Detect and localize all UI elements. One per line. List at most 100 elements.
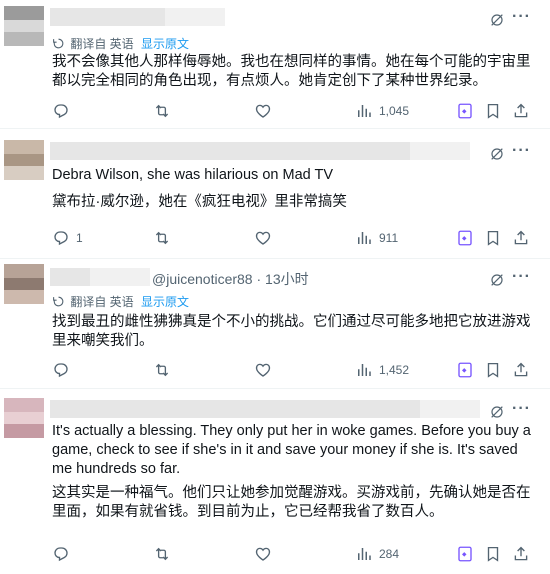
reply-button[interactable]: [52, 544, 70, 564]
like-icon: [254, 102, 272, 120]
like-button[interactable]: [254, 228, 272, 248]
reply-4[interactable]: ··· It's actually a blessing. They only …: [0, 388, 550, 574]
reply-3[interactable]: @juicenoticer88 · 13小时 ··· 翻译自 英语 显示原文 找…: [0, 258, 550, 389]
translation-note: 翻译自 英语 显示原文: [52, 35, 189, 52]
translate-icon: [52, 37, 65, 50]
grok-bookmark-button[interactable]: [456, 228, 474, 248]
retweet-button[interactable]: [153, 228, 171, 248]
grok-bookmark-icon: [456, 102, 474, 120]
bookmark-button[interactable]: [484, 360, 502, 380]
reply-icon: [52, 102, 70, 120]
grok-icon[interactable]: [489, 12, 505, 28]
retweet-icon: [153, 102, 171, 120]
translation-note: 翻译自 英语 显示原文: [52, 293, 189, 310]
action-bar: 1,452: [52, 360, 512, 380]
share-icon: [512, 545, 530, 563]
retweet-icon: [153, 545, 171, 563]
reply-count: 1: [76, 231, 83, 245]
avatar[interactable]: [4, 398, 44, 438]
reply-text: 找到最丑的雌性狒狒真是个不小的挑战。它们通过尽可能多地把它放进游戏里来嘲笑我们。: [52, 314, 531, 349]
views-icon: [355, 102, 373, 120]
share-button[interactable]: [512, 360, 530, 380]
grok-icon[interactable]: [489, 404, 505, 420]
like-icon: [254, 545, 272, 563]
display-name-blurred[interactable]: [50, 142, 470, 160]
share-button[interactable]: [512, 544, 530, 564]
views-count: 1,452: [379, 363, 410, 377]
translate-icon: [52, 295, 65, 308]
views-count: 1,045: [379, 104, 410, 118]
action-bar: 1 911: [52, 228, 512, 248]
grok-bookmark-icon: [456, 229, 474, 247]
show-original-link[interactable]: 显示原文: [141, 37, 189, 51]
grok-icon[interactable]: [489, 146, 505, 162]
views-button[interactable]: 911: [355, 228, 398, 248]
reply-translation: 这其实是一种福气。他们只让她参加觉醒游戏。买游戏前，先确认她是否在里面，如果有就…: [52, 485, 531, 520]
grok-bookmark-icon: [456, 361, 474, 379]
views-count: 911: [379, 231, 399, 245]
bookmark-button[interactable]: [484, 228, 502, 248]
grok-bookmark-button[interactable]: [456, 544, 474, 564]
reply-icon: [52, 361, 70, 379]
like-button[interactable]: [254, 360, 272, 380]
views-count: 284: [379, 547, 400, 561]
reply-text: It's actually a blessing. They only put …: [52, 423, 535, 477]
reply-text: 我不会像其他人那样侮辱她。我也在想同样的事情。她在每个可能的宇宙里都以完全相同的…: [52, 54, 531, 89]
more-icon[interactable]: ···: [512, 8, 531, 26]
display-name-blurred[interactable]: [50, 400, 480, 418]
show-original-link[interactable]: 显示原文: [141, 295, 189, 309]
reply-translation: 黛布拉·威尔逊，她在《疯狂电视》里非常搞笑: [52, 194, 347, 210]
display-name-blurred[interactable]: [50, 8, 225, 26]
action-bar: 1,045: [52, 101, 512, 121]
retweet-button[interactable]: [153, 360, 171, 380]
bookmark-button[interactable]: [484, 101, 502, 121]
handle-and-time[interactable]: @juicenoticer88 · 13小时: [152, 269, 309, 289]
views-icon: [355, 361, 373, 379]
bookmark-icon: [484, 229, 502, 247]
reply-button[interactable]: [52, 101, 70, 121]
retweet-icon: [153, 361, 171, 379]
avatar[interactable]: [4, 140, 44, 180]
share-icon: [512, 102, 530, 120]
bookmark-icon: [484, 361, 502, 379]
share-icon: [512, 229, 530, 247]
views-button[interactable]: 1,452: [355, 360, 409, 380]
avatar[interactable]: [4, 264, 44, 304]
share-button[interactable]: [512, 101, 530, 121]
translated-from-label: 翻译自 英语: [70, 295, 134, 309]
reply-2[interactable]: ··· Debra Wilson, she was hilarious on M…: [0, 128, 550, 259]
retweet-icon: [153, 229, 171, 247]
more-icon[interactable]: ···: [512, 142, 531, 160]
display-name-blurred[interactable]: [50, 268, 150, 286]
reply-icon: [52, 229, 70, 247]
like-icon: [254, 361, 272, 379]
like-icon: [254, 229, 272, 247]
bookmark-icon: [484, 102, 502, 120]
views-icon: [355, 545, 373, 563]
like-button[interactable]: [254, 101, 272, 121]
action-bar: 284: [52, 544, 512, 564]
views-button[interactable]: 1,045: [355, 101, 409, 121]
bookmark-icon: [484, 545, 502, 563]
reply-text: Debra Wilson, she was hilarious on Mad T…: [52, 167, 333, 183]
grok-icon[interactable]: [489, 272, 505, 288]
reply-button[interactable]: 1: [52, 228, 83, 248]
share-icon: [512, 361, 530, 379]
avatar[interactable]: [4, 6, 44, 46]
retweet-button[interactable]: [153, 544, 171, 564]
views-icon: [355, 229, 373, 247]
grok-bookmark-button[interactable]: [456, 101, 474, 121]
reply-button[interactable]: [52, 360, 70, 380]
translated-from-label: 翻译自 英语: [70, 37, 134, 51]
like-button[interactable]: [254, 544, 272, 564]
share-button[interactable]: [512, 228, 530, 248]
more-icon[interactable]: ···: [512, 268, 531, 286]
grok-bookmark-button[interactable]: [456, 360, 474, 380]
reply-1[interactable]: ··· 翻译自 英语 显示原文 我不会像其他人那样侮辱她。我也在想同样的事情。她…: [0, 0, 550, 129]
views-button[interactable]: 284: [355, 544, 399, 564]
bookmark-button[interactable]: [484, 544, 502, 564]
retweet-button[interactable]: [153, 101, 171, 121]
reply-icon: [52, 545, 70, 563]
more-icon[interactable]: ···: [512, 400, 531, 418]
grok-bookmark-icon: [456, 545, 474, 563]
